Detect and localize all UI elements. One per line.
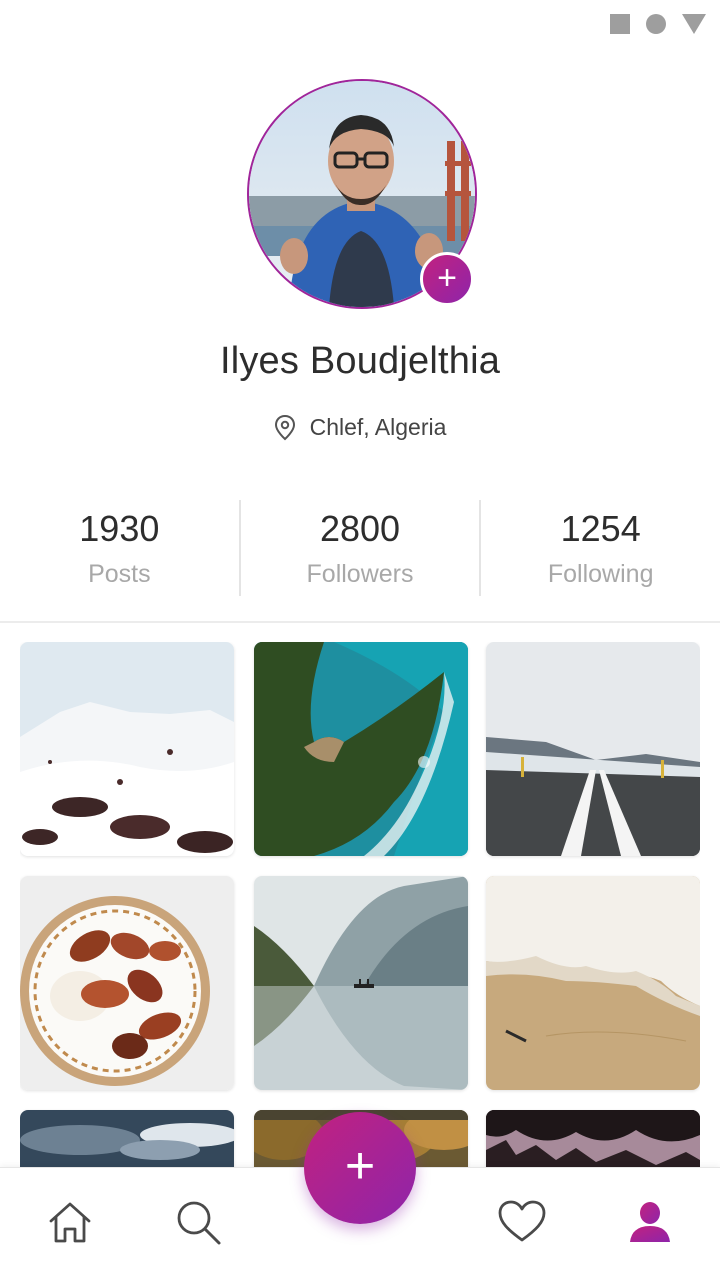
search-icon bbox=[177, 1201, 221, 1245]
photo-grid bbox=[20, 642, 700, 1168]
add-post-button[interactable]: + bbox=[304, 1112, 416, 1224]
photo-tile[interactable] bbox=[20, 642, 234, 856]
photo-night-trees bbox=[486, 1110, 700, 1168]
stat-value: 2800 bbox=[319, 507, 401, 549]
photo-misty-lake bbox=[254, 876, 468, 1090]
nav-home[interactable] bbox=[44, 1196, 96, 1248]
divider bbox=[0, 621, 720, 623]
stat-label: Followers bbox=[306, 559, 414, 588]
location: Chlef, Algeria bbox=[0, 414, 720, 441]
heart-icon bbox=[498, 1200, 546, 1242]
photo-aerial-coastline bbox=[254, 642, 468, 856]
photo-snowy-mountain bbox=[20, 642, 234, 856]
photo-tile[interactable] bbox=[486, 876, 700, 1090]
stat-followers[interactable]: 2800 Followers bbox=[241, 500, 482, 596]
location-text: Chlef, Algeria bbox=[309, 414, 447, 440]
photo-tile[interactable] bbox=[486, 642, 700, 856]
stat-posts[interactable]: 1930 Posts bbox=[0, 500, 241, 596]
photo-tile[interactable] bbox=[20, 876, 234, 1090]
profile-name: Ilyes Boudjelthia bbox=[219, 340, 501, 382]
avatar-container: + bbox=[247, 79, 477, 309]
add-photo-button[interactable]: + bbox=[420, 252, 474, 306]
stat-label: Following bbox=[547, 559, 654, 588]
triangle-icon bbox=[682, 14, 706, 34]
photo-tile[interactable] bbox=[254, 642, 468, 856]
photo-tile[interactable] bbox=[254, 876, 468, 1090]
home-icon bbox=[49, 1202, 91, 1243]
photo-empty-road bbox=[486, 642, 700, 856]
stats-row: 1930 Posts 2800 Followers 1254 Following bbox=[0, 500, 720, 596]
stat-value: 1930 bbox=[79, 507, 160, 549]
photo-sand-foam bbox=[486, 876, 700, 1090]
profile-icon bbox=[630, 1202, 670, 1242]
square-icon bbox=[610, 14, 630, 34]
plus-icon: + bbox=[344, 1137, 376, 1195]
stat-following[interactable]: 1254 Following bbox=[481, 500, 720, 596]
plus-icon: + bbox=[437, 258, 457, 297]
photo-tile[interactable] bbox=[486, 1110, 700, 1168]
circle-icon bbox=[646, 14, 666, 34]
photo-tile[interactable] bbox=[20, 1110, 234, 1168]
stat-value: 1254 bbox=[560, 507, 641, 549]
nav-profile[interactable] bbox=[624, 1196, 676, 1248]
photo-dark-sky bbox=[20, 1110, 234, 1168]
nav-search[interactable] bbox=[172, 1196, 224, 1248]
nav-favorites[interactable] bbox=[496, 1196, 548, 1248]
stat-label: Posts bbox=[88, 559, 151, 588]
location-pin-icon bbox=[274, 414, 295, 440]
status-bar bbox=[610, 12, 706, 36]
photo-plate-figs bbox=[20, 876, 234, 1090]
